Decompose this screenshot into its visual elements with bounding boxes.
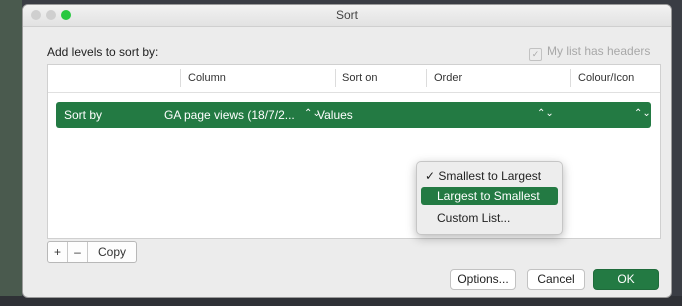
colour-icon-select-chevron-icon[interactable]: ⌃⌄ <box>634 108 651 119</box>
column-divider <box>335 69 336 87</box>
sort-by-label: Sort by <box>64 108 103 122</box>
sort-level-row[interactable]: Sort by GA page views (18/7/2... ⌃⌄ Valu… <box>56 102 651 128</box>
delete-level-button[interactable]: – <box>68 242 87 262</box>
ok-button[interactable]: OK <box>593 269 659 290</box>
column-divider <box>180 69 181 87</box>
menu-item-largest-to-smallest[interactable]: Largest to Smallest <box>421 187 558 205</box>
order-select-chevron-icon: ⌃⌄ <box>537 108 554 119</box>
column-divider <box>570 69 571 87</box>
desktop-background <box>0 0 22 306</box>
order-dropdown-menu: ✓ Smallest to Largest Largest to Smalles… <box>416 161 563 235</box>
level-controls: + – Copy <box>47 241 137 263</box>
menu-item-smallest-to-largest[interactable]: ✓ Smallest to Largest <box>421 167 558 185</box>
column-header-sort-on: Sort on <box>342 72 378 84</box>
column-header-colour-icon: Colour/Icon <box>578 72 635 84</box>
options-button[interactable]: Options... <box>450 269 516 290</box>
sort-levels-table: Column Sort on Order Colour/Icon Sort by… <box>47 64 661 239</box>
cancel-button[interactable]: Cancel <box>527 269 585 290</box>
column-header-column: Column <box>188 72 226 84</box>
menu-item-label: ✓ Smallest to Largest <box>425 169 542 183</box>
menu-item-label: Largest to Smallest <box>437 189 540 203</box>
add-levels-label: Add levels to sort by: <box>47 45 159 59</box>
sort-on-select[interactable]: Values <box>317 108 353 122</box>
add-level-button[interactable]: + <box>48 242 67 262</box>
header-divider <box>48 92 660 93</box>
window-title: Sort <box>335 8 358 22</box>
column-header-order: Order <box>434 72 463 84</box>
checkmark-icon: ✓ <box>529 48 542 61</box>
copy-level-button[interactable]: Copy <box>88 242 136 262</box>
column-divider <box>426 69 427 87</box>
my-list-has-headers-checkbox[interactable]: ✓ My list has headers <box>529 44 650 61</box>
column-select[interactable]: GA page views (18/7/2... <box>164 108 295 122</box>
menu-item-label: Custom List... <box>437 211 511 225</box>
title-bar: Sort <box>23 5 671 27</box>
my-list-has-headers-label: My list has headers <box>547 44 651 58</box>
menu-item-custom-list[interactable]: Custom List... <box>421 209 558 227</box>
sort-dialog: Sort Add levels to sort by: ✓ My list has… <box>22 4 672 298</box>
